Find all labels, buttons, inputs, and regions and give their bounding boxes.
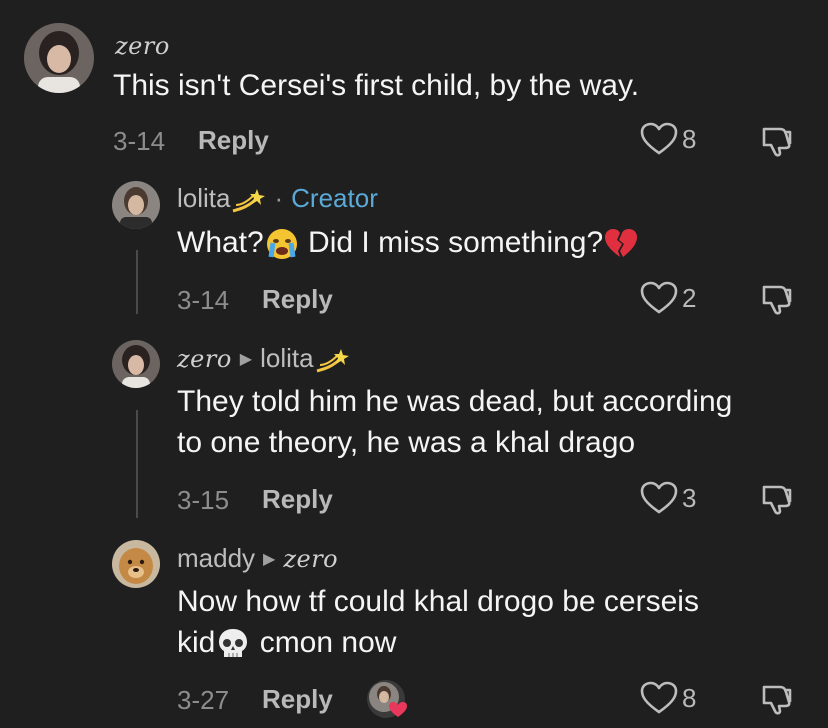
avatar[interactable] [112, 181, 160, 229]
triangle-right-icon: ▶ [263, 551, 276, 568]
dizzy-emoji-icon [316, 349, 349, 373]
dislike-button[interactable] [760, 482, 794, 521]
reply-to-username[interactable]: lolita [260, 343, 313, 373]
username-link[interactable]: lolita [177, 183, 230, 213]
comment-date: 3-14 [113, 126, 166, 156]
creator-liked-badge [367, 680, 407, 718]
username-link[interactable]: zero [177, 345, 232, 373]
comment-username[interactable]: zero [115, 30, 170, 61]
like-button[interactable]: 2 [640, 281, 696, 315]
like-button[interactable]: 3 [640, 481, 696, 515]
reply-button[interactable]: Reply [262, 284, 333, 315]
comment-text-line-2: to one theory, he was a khal drago [177, 426, 636, 459]
crying-face-emoji-icon [266, 229, 297, 260]
comment-username: lolita · Creator [177, 183, 378, 215]
comment-date: 3-15 [177, 485, 230, 515]
dislike-button[interactable] [760, 282, 794, 321]
comment-username: maddy ▶ zero [177, 543, 338, 574]
comment-date: 3-27 [177, 685, 230, 715]
comment-username: zero ▶ lolita [177, 343, 350, 375]
reply-button[interactable]: Reply [262, 484, 333, 515]
comment-text-line-1: Now how tf could khal drogo be cerseis [177, 585, 699, 618]
like-button[interactable]: 8 [640, 122, 696, 156]
username-link[interactable]: maddy [177, 543, 255, 573]
like-count: 2 [682, 282, 697, 313]
avatar[interactable] [24, 23, 94, 93]
reply-to-username[interactable]: zero [283, 545, 338, 573]
thumbs-down-icon [762, 485, 792, 515]
comment-text-line-2: kid cmon now [177, 622, 396, 664]
thumbs-down-icon [762, 285, 792, 315]
separator-dot: · [274, 183, 284, 213]
reply-button[interactable]: Reply [198, 125, 269, 156]
thumbs-down-icon [762, 127, 792, 157]
heart-outline-icon [640, 481, 678, 514]
heart-outline-icon [640, 122, 678, 155]
thread-line [136, 410, 138, 518]
heart-outline-icon [640, 681, 678, 714]
comment-text: What? Did I miss something? [177, 222, 639, 264]
dislike-button[interactable] [760, 124, 794, 163]
avatar[interactable] [112, 340, 160, 388]
like-count: 8 [682, 123, 697, 154]
thumbs-down-icon [762, 685, 792, 715]
like-button[interactable]: 8 [640, 681, 696, 715]
comment-text: This isn't Cersei's first child, by the … [113, 69, 640, 102]
like-count: 3 [682, 482, 697, 513]
comment-text-line-1: They told him he was dead, but according [177, 385, 733, 418]
comment-date: 3-14 [177, 285, 230, 315]
like-count: 8 [682, 682, 697, 713]
thread-line [136, 250, 138, 314]
creator-badge: Creator [291, 183, 378, 213]
dislike-button[interactable] [760, 682, 794, 721]
reply-button[interactable]: Reply [262, 684, 333, 715]
broken-heart-emoji-icon [605, 229, 638, 258]
skull-emoji-icon [219, 629, 248, 658]
triangle-right-icon: ▶ [239, 351, 253, 368]
dizzy-emoji-icon [233, 189, 266, 213]
avatar[interactable] [112, 540, 160, 588]
heart-outline-icon [640, 281, 678, 314]
